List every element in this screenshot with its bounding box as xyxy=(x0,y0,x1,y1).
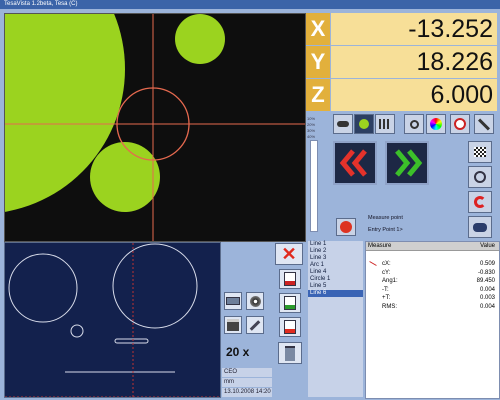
remove-icon xyxy=(284,320,296,334)
result-row: cY: -0.830 xyxy=(382,269,495,276)
y-axis-label: Y xyxy=(306,46,330,78)
feature-item[interactable]: Circle 1 xyxy=(308,276,363,283)
light-icon xyxy=(359,119,369,129)
color-wheel-icon xyxy=(430,118,442,130)
camera-image xyxy=(5,14,305,241)
insert-feature-button[interactable] xyxy=(279,269,301,289)
light-intensity-slider[interactable] xyxy=(310,140,318,232)
disc-icon xyxy=(249,295,261,307)
entry-prompt: Entry Point 1> xyxy=(368,227,403,233)
double-chevron-right-icon xyxy=(395,149,423,177)
feature-item[interactable]: Arc 1 xyxy=(308,262,363,269)
feature-item[interactable]: Line 3 xyxy=(308,255,363,262)
red-x-icon: ✕ xyxy=(281,244,297,264)
x-axis-label: X xyxy=(306,13,330,45)
print-button[interactable] xyxy=(224,316,242,334)
feature-list[interactable]: Line 1 Line 2 Line 3 Arc 1 Line 4 Circle… xyxy=(308,241,363,397)
auto-icon xyxy=(474,171,486,183)
no-entry-icon xyxy=(340,221,352,233)
result-row: cX: 0.509 xyxy=(382,261,495,267)
shape-icon xyxy=(473,222,487,232)
light-off-button[interactable] xyxy=(333,114,353,134)
results-header: Measure Value xyxy=(366,242,499,251)
double-chevron-left-icon xyxy=(339,149,367,177)
insert-icon xyxy=(284,272,296,286)
feature-item[interactable]: Line 5 xyxy=(308,283,363,290)
result-row: -T: 0.004 xyxy=(382,286,495,293)
probe-button[interactable] xyxy=(474,114,494,134)
export-button[interactable] xyxy=(224,292,242,310)
y-axis-value: 18.226 xyxy=(331,46,497,78)
target-icon xyxy=(454,118,466,130)
cancel-measure-button[interactable] xyxy=(336,218,356,236)
drawn-circle-right xyxy=(112,243,198,329)
delete-feature-button[interactable]: ✕ xyxy=(275,243,303,265)
feature-item[interactable]: Line 4 xyxy=(308,269,363,276)
graphics-drawing xyxy=(5,243,220,397)
graphics-view[interactable] xyxy=(4,242,221,398)
drawn-circle-small xyxy=(70,324,84,338)
shape-button[interactable] xyxy=(468,216,492,238)
result-row: +T: 0.003 xyxy=(382,295,495,302)
checkered-flag-icon xyxy=(474,147,486,157)
zoom-label: 20 x xyxy=(226,345,250,359)
camera-blob-top xyxy=(175,14,225,64)
feature-item[interactable]: Line 2 xyxy=(308,248,363,255)
drive-icon xyxy=(226,297,240,305)
trash-button[interactable] xyxy=(278,342,302,364)
results-header-measure: Measure xyxy=(368,243,392,249)
magnet-button[interactable] xyxy=(468,191,492,213)
car-icon xyxy=(337,121,349,127)
z-axis-value: 6.000 xyxy=(331,79,497,111)
magnifier-icon xyxy=(409,119,419,129)
probe-icon xyxy=(477,117,491,131)
previous-button[interactable] xyxy=(333,141,377,185)
disk-button[interactable] xyxy=(246,292,264,310)
magnet-icon xyxy=(474,196,486,208)
ring-light-button[interactable] xyxy=(375,114,395,134)
remove-feature-button[interactable] xyxy=(279,317,301,337)
next-button[interactable] xyxy=(385,141,429,185)
measure-prompt: Measure point xyxy=(368,215,403,221)
x-axis-value: -13.252 xyxy=(331,13,497,45)
target-button[interactable] xyxy=(450,114,470,134)
drawn-circle-left xyxy=(8,253,78,323)
result-row: Ang1: 89.450 xyxy=(382,278,495,285)
scale-labels: 10% 20% 30% 40% xyxy=(307,116,329,140)
title-bar: TesaVista 1.2beta, Tesa (C) xyxy=(0,0,500,9)
color-button[interactable] xyxy=(426,114,446,134)
zoom-button[interactable] xyxy=(404,114,424,134)
camera-view[interactable] xyxy=(4,13,306,242)
printer-icon xyxy=(227,319,239,331)
user-field: CEO xyxy=(222,368,272,377)
window-title: TesaVista 1.2beta, Tesa (C) xyxy=(4,1,78,7)
results-panel: Measure Value cX: 0.509 cY: -0.830 Ang1: 89… xyxy=(365,241,500,399)
finish-button[interactable] xyxy=(468,141,492,163)
z-axis-label: Z xyxy=(306,79,330,111)
save-feature-button[interactable] xyxy=(279,293,301,313)
unit-field: mm xyxy=(222,378,272,387)
results-feature-row xyxy=(366,251,499,266)
camera-blob-bottom xyxy=(90,142,160,212)
results-header-value: Value xyxy=(480,243,495,249)
feature-item[interactable]: Line 1 xyxy=(308,241,363,248)
date-field: 13.10.2008 14:20 xyxy=(222,388,272,397)
auto-button[interactable] xyxy=(468,166,492,188)
result-row: RMS: 0.004 xyxy=(382,303,495,310)
wrench-icon xyxy=(249,319,261,331)
save-icon xyxy=(284,296,296,310)
bars-icon xyxy=(379,119,391,129)
trash-icon xyxy=(285,345,295,361)
feature-item-selected[interactable]: Line 6 xyxy=(308,290,363,297)
settings-button[interactable] xyxy=(246,316,264,334)
surface-light-button[interactable] xyxy=(354,114,374,134)
drawn-slot xyxy=(114,338,149,344)
